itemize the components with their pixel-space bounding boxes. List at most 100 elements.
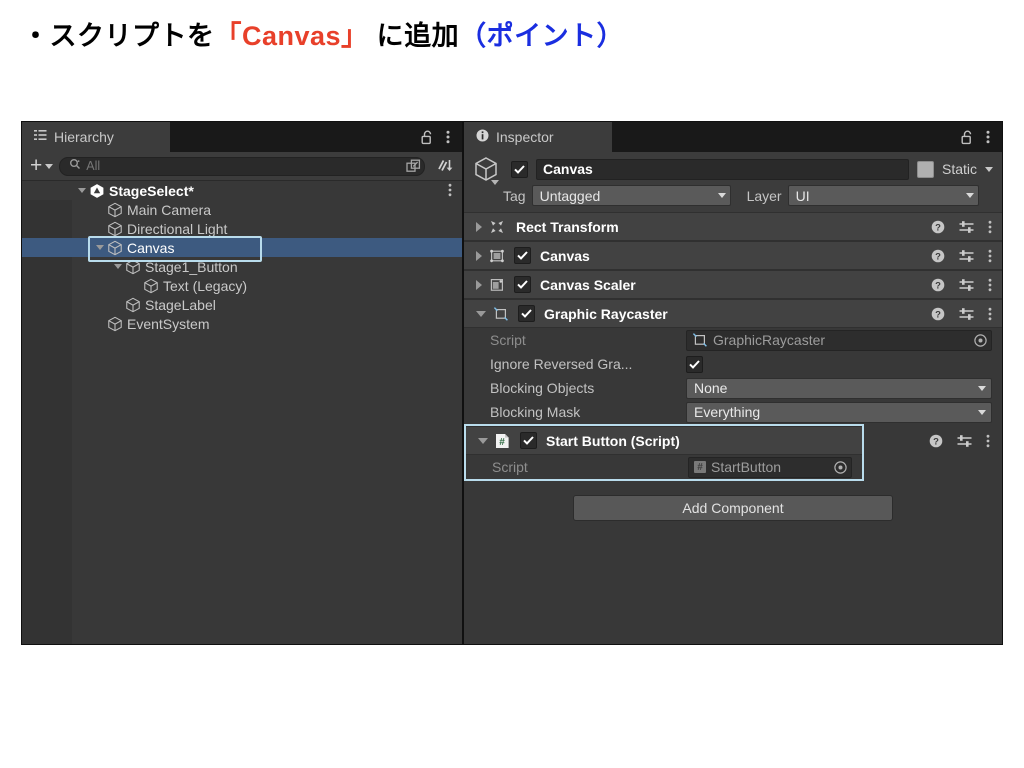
tab-inspector[interactable]: Inspector [464, 122, 612, 152]
hierarchy-item-canvas[interactable]: Canvas [22, 238, 462, 257]
object-picker-icon[interactable] [974, 333, 987, 347]
object-picker-icon[interactable] [834, 460, 847, 474]
hierarchy-item-stagelabel[interactable]: StageLabel [22, 295, 462, 314]
chevron-down-icon [978, 409, 986, 415]
hierarchy-item-label: StageSelect* [109, 182, 194, 199]
hierarchy-row-menu[interactable] [448, 183, 452, 197]
gameobject-enabled-checkbox[interactable] [511, 160, 528, 178]
chevron-down-icon [491, 180, 499, 185]
help-question-icon[interactable]: ? [929, 434, 943, 448]
kebab-menu-icon[interactable] [448, 183, 452, 197]
component-header-canvas-scaler[interactable]: Canvas Scaler? [464, 270, 1002, 299]
foldout-open-icon[interactable] [78, 188, 86, 193]
kebab-menu-icon[interactable] [988, 278, 992, 292]
tab-inspector-label: Inspector [496, 129, 554, 145]
static-checkbox[interactable] [916, 160, 934, 178]
kebab-menu-icon[interactable] [988, 220, 992, 234]
property-label: Script [490, 332, 526, 348]
component-header-start-button-script[interactable]: # Start Button (Script)? [466, 426, 990, 455]
component-enabled-checkbox[interactable] [514, 247, 531, 264]
unity-scene-icon-wrap [89, 183, 105, 199]
svg-text:?: ? [935, 222, 941, 233]
help-question-icon[interactable]: ? [931, 278, 945, 292]
gameobject-cube-icon [107, 316, 123, 332]
search-input[interactable]: All [59, 156, 425, 176]
hierarchy-item-label: StageLabel [145, 296, 216, 313]
layer-label: Layer [746, 187, 782, 204]
unlocked-padlock-icon[interactable] [961, 130, 974, 145]
component-header-graphic-raycaster[interactable]: Graphic Raycaster? [464, 299, 1002, 328]
kebab-menu-icon[interactable] [446, 130, 450, 144]
property-row: Script GraphicRaycaster [464, 328, 1002, 352]
gameobject-cube-icon [107, 202, 123, 218]
property-dropdown[interactable]: None [686, 377, 992, 399]
hierarchy-item-eventsystem[interactable]: EventSystem [22, 314, 462, 333]
component-header-actions: ? [931, 220, 992, 234]
hierarchy-item-stage1-button[interactable]: Stage1_Button [22, 257, 462, 276]
sort-descending-icon[interactable] [431, 158, 456, 174]
object-reference-field[interactable]: # StartButton [688, 456, 852, 478]
object-picker-button[interactable] [834, 460, 847, 474]
tag-label: Tag [503, 187, 526, 204]
hierarchy-item-text-legacy[interactable]: Text (Legacy) [22, 276, 462, 295]
static-dropdown-chevron-icon[interactable] [985, 166, 993, 172]
csharp-script-icon: # [694, 461, 706, 473]
component-header-actions: ? [931, 249, 992, 263]
help-question-icon[interactable]: ? [931, 307, 945, 321]
preset-sliders-icon[interactable] [959, 220, 974, 234]
component-enabled-checkbox[interactable] [514, 276, 531, 293]
property-checkbox[interactable] [686, 355, 703, 373]
preset-sliders-icon[interactable] [957, 434, 972, 448]
foldout-open-icon[interactable] [114, 264, 122, 269]
component-header-actions: ? [931, 307, 992, 321]
kebab-menu-icon[interactable] [988, 249, 992, 263]
rect-transform-icon [489, 219, 505, 235]
component-block: Canvas Scaler? [464, 270, 1002, 299]
help-question-icon[interactable]: ? [931, 220, 945, 234]
component-header-canvas[interactable]: Canvas? [464, 241, 1002, 270]
property-dropdown-value: None [694, 380, 728, 396]
hierarchy-list-icon [34, 129, 47, 145]
create-gameobject-button[interactable]: + [30, 155, 54, 176]
preset-sliders-icon[interactable] [959, 278, 974, 292]
unlocked-padlock-icon[interactable] [421, 130, 434, 145]
component-enabled-checkbox[interactable] [518, 305, 535, 322]
property-dropdown[interactable]: Everything [686, 401, 992, 423]
inspector-panel: Inspector Canvas Static Tag Untagged Lay… [464, 122, 1002, 644]
component-header-rect-transform[interactable]: Rect Transform? [464, 212, 1002, 241]
gameobject-name-field[interactable]: Canvas [536, 158, 909, 180]
object-reference-field[interactable]: GraphicRaycaster [686, 329, 992, 351]
gameobject-cube-icon [125, 297, 141, 313]
component-title: Canvas Scaler [540, 276, 636, 293]
layer-dropdown[interactable]: UI [787, 185, 979, 206]
kebab-menu-icon[interactable] [986, 130, 990, 144]
tab-hierarchy[interactable]: Hierarchy [22, 122, 170, 152]
kebab-menu-icon[interactable] [988, 307, 992, 321]
tag-dropdown[interactable]: Untagged [531, 185, 731, 206]
object-picker-button[interactable] [974, 333, 987, 347]
component-header-actions: ? [931, 278, 992, 292]
hierarchy-item-stageselect[interactable]: StageSelect* [22, 181, 462, 200]
help-question-icon[interactable]: ? [931, 249, 945, 263]
preset-sliders-icon[interactable] [959, 249, 974, 263]
hierarchy-item-label: EventSystem [127, 315, 210, 332]
hierarchy-item-label: Text (Legacy) [163, 277, 248, 294]
search-expand-button[interactable] [406, 159, 421, 174]
gameobject-cube-icon-wrap [107, 316, 123, 332]
foldout-closed-icon[interactable] [476, 250, 482, 261]
foldout-closed-icon[interactable] [476, 221, 482, 232]
hierarchy-item-main-camera[interactable]: Main Camera [22, 200, 462, 219]
canvas-scaler-icon [489, 277, 505, 293]
foldout-open-icon[interactable] [478, 437, 488, 444]
preset-sliders-icon[interactable] [959, 307, 974, 321]
chevron-down-icon [978, 385, 986, 391]
component-enabled-checkbox[interactable] [520, 432, 537, 449]
foldout-closed-icon[interactable] [476, 279, 482, 290]
foldout-open-icon[interactable] [96, 245, 104, 250]
gameobject-cube-icon[interactable] [473, 156, 503, 185]
foldout-open-icon[interactable] [476, 310, 486, 317]
hierarchy-item-directional-light[interactable]: Directional Light [22, 219, 462, 238]
add-component-button[interactable]: Add Component [573, 495, 893, 521]
property-dropdown-value: Everything [694, 404, 761, 420]
kebab-menu-icon[interactable] [986, 434, 990, 448]
